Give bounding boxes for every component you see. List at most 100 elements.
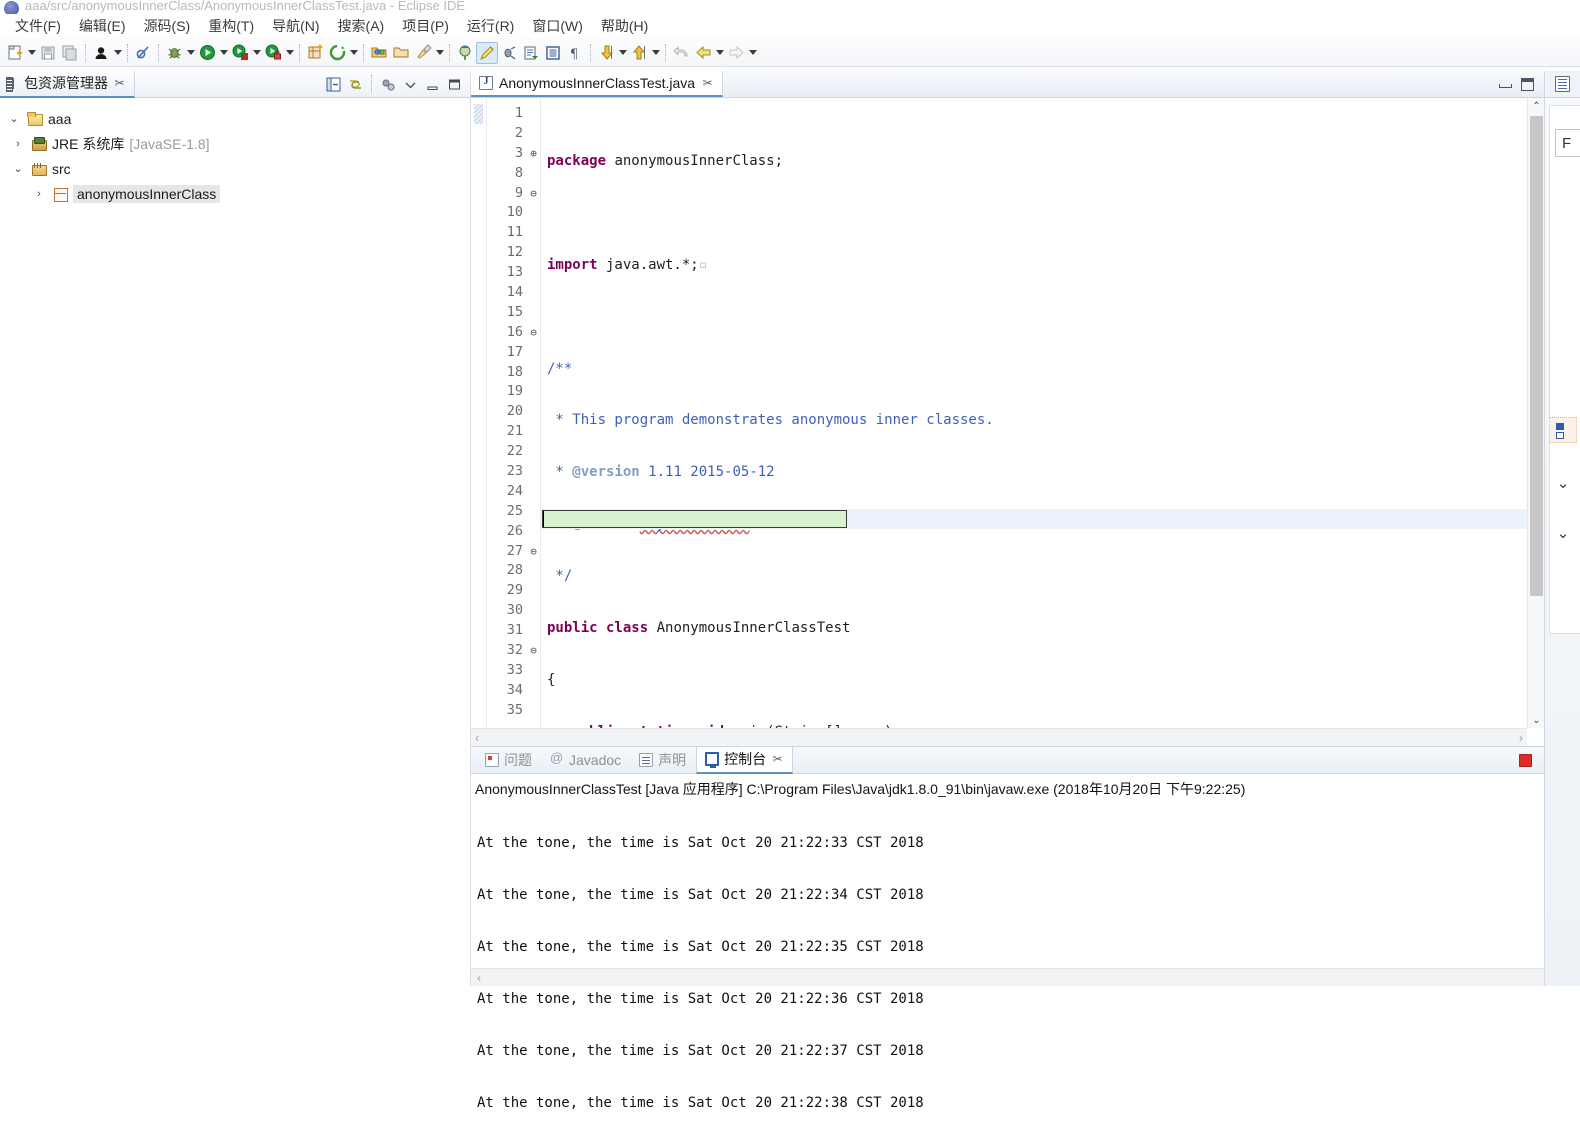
- menu-help[interactable]: 帮助(H): [592, 14, 657, 38]
- toggle-breakpoint-dropdown-icon[interactable]: [112, 42, 123, 64]
- fold-marker[interactable]: [527, 502, 540, 522]
- menu-project[interactable]: 项目(P): [393, 14, 458, 38]
- fold-marker[interactable]: [527, 721, 540, 728]
- back-history-button[interactable]: [670, 42, 692, 64]
- back-button[interactable]: [692, 42, 714, 64]
- fold-marker[interactable]: ⊖: [527, 184, 540, 204]
- fold-marker[interactable]: ⊖: [527, 323, 540, 343]
- fold-marker[interactable]: [527, 442, 540, 462]
- editor-horizontal-scrollbar[interactable]: ‹ ›: [471, 728, 1527, 746]
- back-dropdown-icon[interactable]: [714, 42, 725, 64]
- search-dropdown-icon[interactable]: [434, 42, 445, 64]
- console-horizontal-scrollbar[interactable]: ‹: [471, 968, 1544, 986]
- editor-vertical-scrollbar[interactable]: ⌃ ⌄: [1527, 98, 1544, 728]
- menu-source[interactable]: 源码(S): [135, 14, 200, 38]
- menu-search[interactable]: 搜索(A): [329, 14, 394, 38]
- fold-marker[interactable]: [527, 124, 540, 144]
- menu-refactor[interactable]: 重构(T): [199, 14, 263, 38]
- chevron-down-icon[interactable]: ⌄: [10, 161, 26, 177]
- next-edit-dropdown-icon[interactable]: [617, 42, 628, 64]
- editor-marker-column[interactable]: [471, 98, 487, 728]
- pencil-button[interactable]: [476, 41, 498, 64]
- new-wizard-button[interactable]: [4, 42, 26, 64]
- open-task-button[interactable]: [390, 42, 412, 64]
- menu-run[interactable]: 运行(R): [458, 14, 523, 38]
- coverage-dropdown-icon[interactable]: [251, 42, 262, 64]
- collapse-all-icon[interactable]: [323, 74, 343, 94]
- fold-marker[interactable]: [527, 104, 540, 124]
- outline-toggle-button[interactable]: [1549, 417, 1577, 443]
- scrollbar-thumb[interactable]: [1530, 116, 1543, 596]
- fold-marker[interactable]: [527, 203, 540, 223]
- fold-marker[interactable]: [527, 382, 540, 402]
- fold-marker[interactable]: [527, 243, 540, 263]
- save-all-button[interactable]: [59, 42, 81, 64]
- tab-package-explorer[interactable]: 包资源管理器 ✂: [0, 70, 135, 98]
- open-type-button[interactable]: [368, 42, 390, 64]
- fold-marker[interactable]: [527, 402, 540, 422]
- fold-marker[interactable]: [527, 581, 540, 601]
- maximize-icon[interactable]: [1521, 77, 1534, 91]
- tab-console[interactable]: 控制台 ✂: [696, 746, 794, 774]
- close-icon[interactable]: ✂: [701, 76, 714, 90]
- scroll-left-icon[interactable]: ‹: [477, 971, 481, 985]
- scroll-down-icon[interactable]: ⌄: [1528, 712, 1545, 728]
- toggle-breakpoint-button[interactable]: [90, 42, 112, 64]
- close-icon[interactable]: ✂: [113, 76, 126, 90]
- new-wizard-dropdown-icon[interactable]: [26, 42, 37, 64]
- fold-marker[interactable]: [527, 223, 540, 243]
- fold-marker[interactable]: [527, 462, 540, 482]
- scroll-up-icon[interactable]: ⌃: [1528, 98, 1545, 114]
- source-code-text[interactable]: package anonymousInnerClass; import java…: [541, 98, 1544, 728]
- fold-marker[interactable]: [527, 482, 540, 502]
- show-whitespace-button[interactable]: [542, 42, 564, 64]
- fold-marker[interactable]: [527, 601, 540, 621]
- save-button[interactable]: [37, 42, 59, 64]
- fold-marker[interactable]: [527, 701, 540, 721]
- run-dropdown-icon[interactable]: [218, 42, 229, 64]
- new-xml-button[interactable]: [520, 42, 542, 64]
- menu-navigate[interactable]: 导航(N): [263, 14, 328, 38]
- terminate-button[interactable]: [1519, 753, 1532, 767]
- chevron-right-icon[interactable]: ›: [31, 186, 47, 202]
- fold-marker[interactable]: [527, 363, 540, 383]
- fold-marker[interactable]: [527, 621, 540, 641]
- tab-anonymousinnerclasstest[interactable]: AnonymousInnerClassTest.java ✂: [471, 71, 724, 97]
- debug-dropdown-icon[interactable]: [185, 42, 196, 64]
- chevron-down-icon[interactable]: ⌄: [1551, 471, 1575, 495]
- next-edit-button[interactable]: [595, 42, 617, 64]
- external-tools-button[interactable]: [262, 42, 284, 64]
- tab-declaration[interactable]: 声明: [631, 747, 694, 774]
- close-icon[interactable]: ✂: [771, 752, 784, 766]
- scroll-right-icon[interactable]: ›: [1519, 731, 1523, 745]
- fold-marker[interactable]: [527, 164, 540, 184]
- chevron-down-icon[interactable]: ⌄: [6, 111, 22, 127]
- fold-marker[interactable]: [527, 561, 540, 581]
- fold-marker[interactable]: ⊖: [527, 641, 540, 661]
- minimize-icon[interactable]: [1498, 78, 1512, 91]
- external-tools-dropdown-icon[interactable]: [284, 42, 295, 64]
- fold-marker[interactable]: [527, 343, 540, 363]
- menu-edit[interactable]: 编辑(E): [70, 14, 135, 38]
- pilcrow-button[interactable]: ¶: [564, 42, 586, 64]
- code-folding-column[interactable]: ⊕ ⊖ ⊖ ⊖ ⊖: [527, 98, 541, 728]
- new-class-dropdown-icon[interactable]: [348, 42, 359, 64]
- next-annotation-button[interactable]: [454, 42, 476, 64]
- skip-breakpoints-button[interactable]: [132, 42, 154, 64]
- tab-javadoc[interactable]: Javadoc: [542, 747, 629, 774]
- code-editor[interactable]: 1 2 3 8 9 10 11 12 13 14 15 16 17 18 19 …: [471, 98, 1544, 728]
- scroll-left-icon[interactable]: ‹: [475, 731, 479, 745]
- new-class-button[interactable]: [326, 42, 348, 64]
- previous-edit-button[interactable]: [628, 42, 650, 64]
- fold-marker[interactable]: ⊕: [527, 144, 540, 164]
- new-java-project-button[interactable]: [304, 42, 326, 64]
- chevron-down-icon[interactable]: ⌄: [1551, 521, 1575, 545]
- chevron-down-icon[interactable]: [400, 74, 420, 94]
- chevron-right-icon[interactable]: ›: [10, 136, 26, 152]
- tree-item-jre[interactable]: › JRE 系统库 [JavaSE-1.8]: [0, 131, 470, 156]
- menu-file[interactable]: 文件(F): [6, 14, 70, 38]
- debug-last-button[interactable]: [498, 42, 520, 64]
- fold-marker[interactable]: [527, 303, 540, 323]
- tab-problems[interactable]: 问题: [477, 747, 540, 774]
- fold-marker[interactable]: [527, 422, 540, 442]
